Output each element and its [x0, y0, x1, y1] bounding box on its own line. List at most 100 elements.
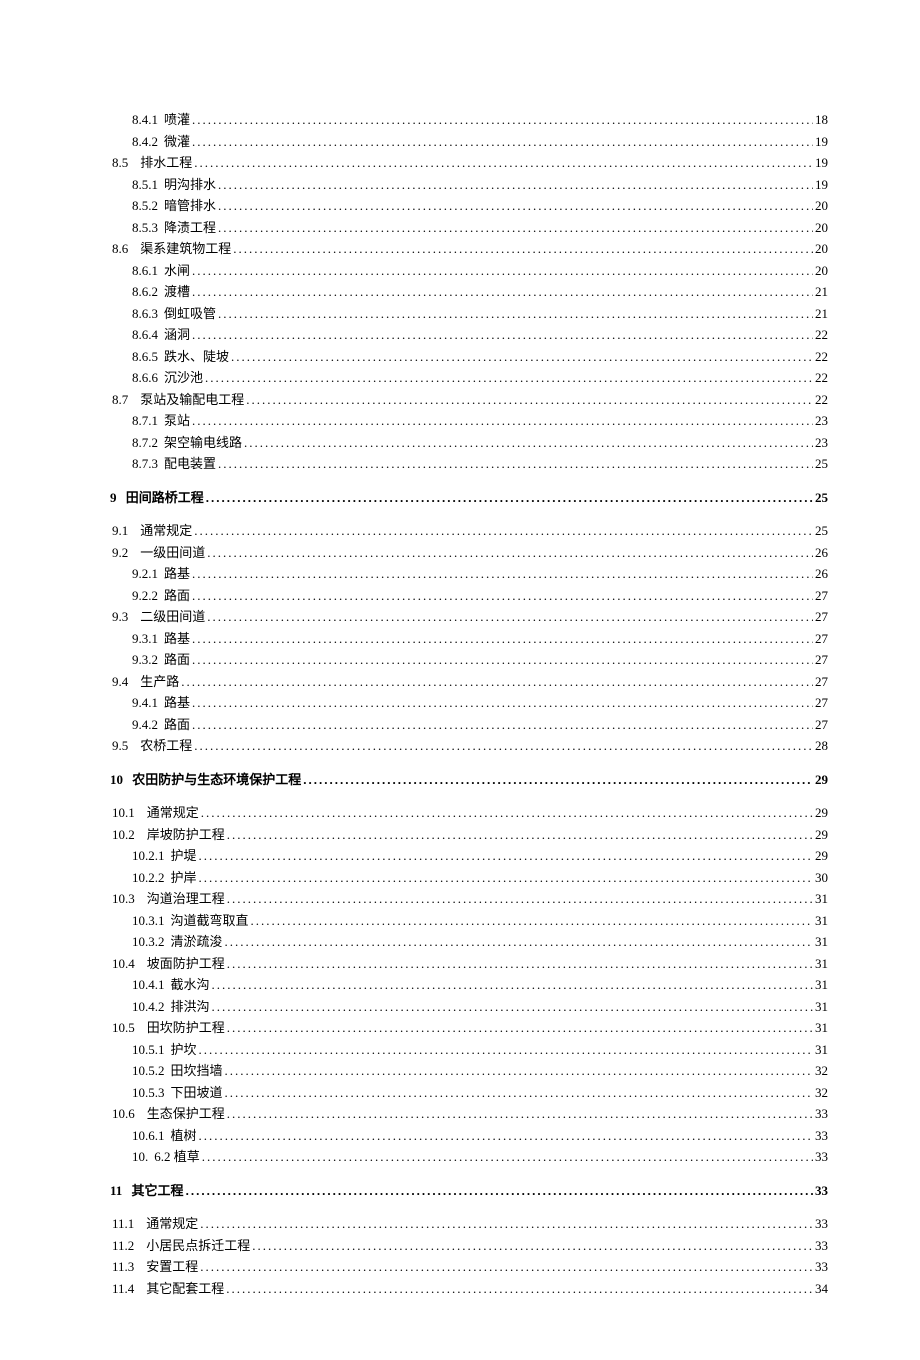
- toc-entry: 8.5.3降渍工程...............................…: [110, 218, 828, 238]
- toc-label: 10 农田防护与生态环境保护工程: [110, 770, 301, 790]
- toc-label: 10.3.2清淤疏浚: [132, 932, 223, 952]
- toc-title: 坡面防护工程: [147, 956, 225, 971]
- toc-entry: 11.1通常规定................................…: [110, 1214, 828, 1234]
- toc-leader-dots: ........................................…: [201, 803, 813, 823]
- toc-title: 安置工程: [146, 1259, 198, 1274]
- toc-entry: 10.3.2清淤疏浚..............................…: [110, 932, 828, 952]
- toc-page-number: 27: [815, 607, 828, 627]
- toc-page-number: 31: [815, 932, 828, 952]
- toc-entry: 8.4.2微灌.................................…: [110, 132, 828, 152]
- toc-page-number: 31: [815, 1018, 828, 1038]
- toc-label: 10.4.1截水沟: [132, 975, 210, 995]
- toc-number: 10.2.2: [132, 870, 165, 885]
- toc-page-number: 32: [815, 1061, 828, 1081]
- toc-label: 9.3.1路基: [132, 629, 190, 649]
- toc-leader-dots: ........................................…: [218, 454, 813, 474]
- toc-entry: 10.5.1护坎................................…: [110, 1040, 828, 1060]
- toc-label: 8.5.1明沟排水: [132, 175, 216, 195]
- toc-title: 其它工程: [132, 1183, 184, 1198]
- toc-leader-dots: ........................................…: [194, 736, 813, 756]
- toc-label: 9.4 生产路: [112, 672, 179, 692]
- toc-number: 11.4: [112, 1281, 134, 1296]
- toc-label: 8.6.3倒虹吸管: [132, 304, 216, 324]
- toc-entry: 9 田间路桥工程................................…: [110, 488, 828, 508]
- toc-title: 岸坡防护工程: [147, 827, 225, 842]
- toc-number: 9: [110, 490, 120, 505]
- toc-number: 8.6.3: [132, 306, 158, 321]
- table-of-contents: 8.4.1喷灌.................................…: [110, 110, 828, 1298]
- toc-page-number: 26: [815, 564, 828, 584]
- toc-number: 9.2.2: [132, 588, 158, 603]
- toc-number: 10.3.2: [132, 934, 165, 949]
- toc-page-number: 33: [815, 1126, 828, 1146]
- toc-leader-dots: ........................................…: [199, 846, 813, 866]
- toc-leader-dots: ........................................…: [202, 1147, 813, 1167]
- toc-entry: 10.6生态保护工程..............................…: [110, 1104, 828, 1124]
- toc-leader-dots: ........................................…: [192, 650, 813, 670]
- toc-number: 9.2.1: [132, 566, 158, 581]
- toc-title: 路基: [164, 695, 190, 710]
- toc-label: 11.4其它配套工程: [112, 1279, 224, 1299]
- toc-page-number: 31: [815, 975, 828, 995]
- toc-page-number: 22: [815, 368, 828, 388]
- toc-leader-dots: ........................................…: [252, 1236, 813, 1256]
- toc-page-number: 25: [815, 488, 828, 508]
- toc-leader-dots: ........................................…: [205, 368, 813, 388]
- toc-title: 生产路: [140, 674, 179, 689]
- toc-title: 涵洞: [164, 327, 190, 342]
- toc-leader-dots: ........................................…: [192, 411, 813, 431]
- toc-number: 10.4.2: [132, 999, 165, 1014]
- toc-label: 10.1通常规定: [112, 803, 199, 823]
- toc-number: 10.5.3: [132, 1085, 165, 1100]
- toc-number: 9.2: [112, 545, 128, 560]
- toc-number: 10.4: [112, 956, 135, 971]
- toc-page-number: 22: [815, 347, 828, 367]
- toc-title: 田间路桥工程: [126, 490, 204, 505]
- toc-page-number: 27: [815, 715, 828, 735]
- toc-number: 9.5: [112, 738, 128, 753]
- toc-title: 小居民点拆迁工程: [146, 1238, 250, 1253]
- toc-title: 路面: [164, 652, 190, 667]
- toc-label: 8.7泵站及输配电工程: [112, 390, 244, 410]
- toc-entry: 8.7泵站及输配电工程.............................…: [110, 390, 828, 410]
- toc-leader-dots: ........................................…: [303, 770, 813, 790]
- toc-number: 9.3: [112, 609, 128, 624]
- toc-entry: 10.4.1截水沟...............................…: [110, 975, 828, 995]
- toc-entry: 9.1通常规定.................................…: [110, 521, 828, 541]
- toc-entry: 8.7.1泵站.................................…: [110, 411, 828, 431]
- toc-label: 10.6.2 植草: [132, 1147, 200, 1167]
- toc-leader-dots: ........................................…: [218, 196, 813, 216]
- toc-leader-dots: ........................................…: [227, 1104, 813, 1124]
- toc-page-number: 33: [815, 1147, 828, 1167]
- toc-title: 渠系建筑物工程: [140, 241, 231, 256]
- section-spacer: [110, 509, 828, 521]
- toc-label: 9.4.2路面: [132, 715, 190, 735]
- toc-title: 微灌: [164, 134, 190, 149]
- toc-entry: 10.5田坎防护工程..............................…: [110, 1018, 828, 1038]
- toc-entry: 10.6.1植树................................…: [110, 1126, 828, 1146]
- toc-number: 9.4: [112, 674, 128, 689]
- toc-entry: 8.6.3倒虹吸管...............................…: [110, 304, 828, 324]
- toc-title: 生态保护工程: [147, 1106, 225, 1121]
- toc-title: 配电装置: [164, 456, 216, 471]
- toc-entry: 8.7.2架空输电线路.............................…: [110, 433, 828, 453]
- toc-label: 8.6.2渡槽: [132, 282, 190, 302]
- toc-number: 9.3.1: [132, 631, 158, 646]
- toc-page-number: 23: [815, 433, 828, 453]
- toc-leader-dots: ........................................…: [199, 1126, 813, 1146]
- toc-title: 路面: [164, 588, 190, 603]
- toc-leader-dots: ........................................…: [251, 911, 813, 931]
- toc-page-number: 25: [815, 521, 828, 541]
- toc-entry: 9.2.1路基.................................…: [110, 564, 828, 584]
- toc-title: 泵站: [164, 413, 190, 428]
- toc-number: 8.4.2: [132, 134, 158, 149]
- toc-title: 6.2 植草: [154, 1149, 200, 1164]
- toc-leader-dots: ........................................…: [192, 693, 813, 713]
- toc-leader-dots: ........................................…: [200, 1257, 813, 1277]
- toc-entry: 10 农田防护与生态环境保护工程........................…: [110, 770, 828, 790]
- toc-leader-dots: ........................................…: [192, 629, 813, 649]
- section-spacer: [110, 758, 828, 770]
- toc-page-number: 20: [815, 218, 828, 238]
- toc-page-number: 27: [815, 586, 828, 606]
- toc-leader-dots: ........................................…: [199, 1040, 813, 1060]
